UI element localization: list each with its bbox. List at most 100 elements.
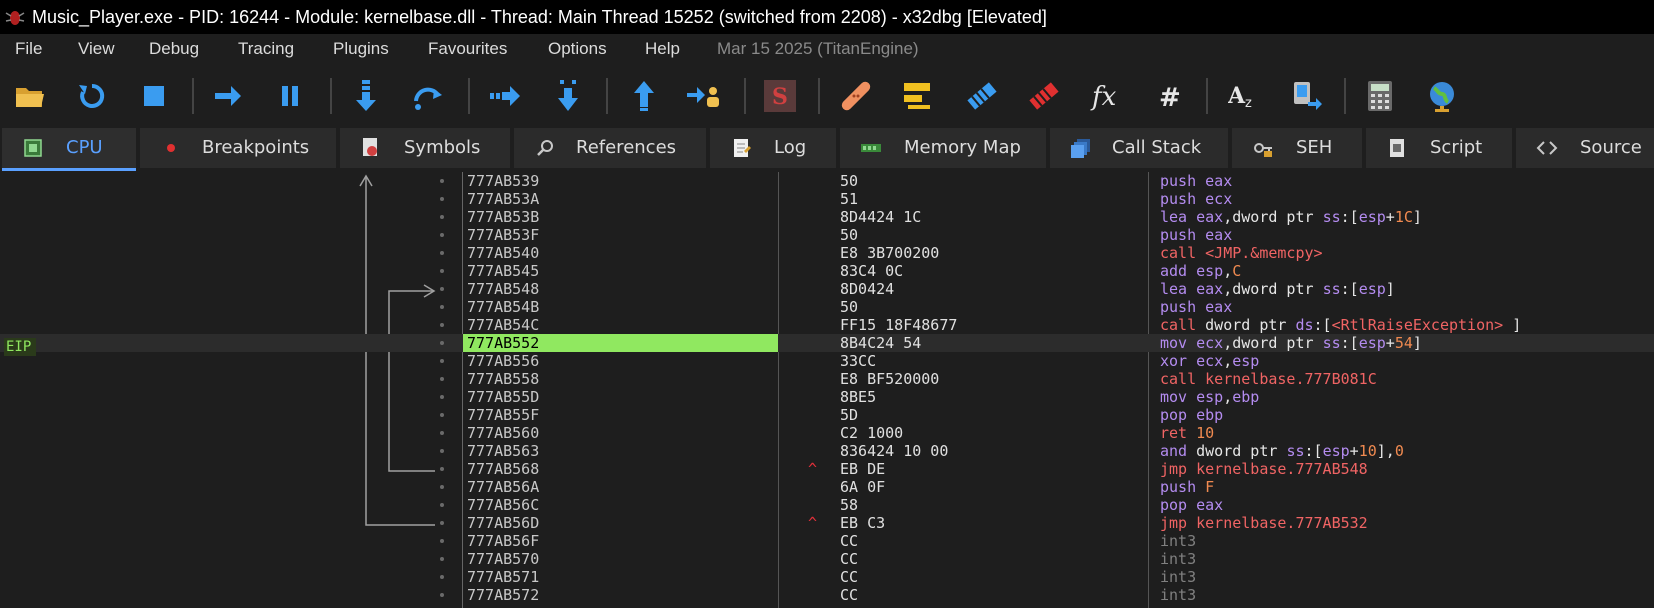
instruction-row[interactable]: 777AB560 C2 1000 ret 10 <box>0 424 1654 442</box>
breakpoint-slot[interactable] <box>440 467 444 471</box>
instruction-token: xor <box>1160 352 1197 370</box>
breakpoint-slot[interactable] <box>440 269 444 273</box>
comment-icon[interactable] <box>900 78 936 114</box>
breakpoint-slot[interactable] <box>440 395 444 399</box>
tab-source[interactable]: Source <box>1516 128 1654 168</box>
menu-file[interactable]: File <box>15 39 42 59</box>
hash-icon[interactable]: # <box>1150 78 1186 114</box>
breakpoint-slot[interactable] <box>440 323 444 327</box>
open-icon[interactable] <box>12 78 48 114</box>
run-icon[interactable] <box>210 78 246 114</box>
instruction-row[interactable]: 777AB548 8D0424 lea eax,dword ptr ss:[esp] <box>0 280 1654 298</box>
instruction-row[interactable]: 777AB558 E8 BF520000 call kernelbase.777B0… <box>0 370 1654 388</box>
breakpoint-slot[interactable] <box>440 305 444 309</box>
breakpoint-slot[interactable] <box>440 431 444 435</box>
menu-plugins[interactable]: Plugins <box>333 39 389 59</box>
instruction-row[interactable]: 777AB545 83C4 0C add esp,C <box>0 262 1654 280</box>
breakpoint-slot[interactable] <box>440 197 444 201</box>
label-icon[interactable] <box>964 78 1000 114</box>
instruction-token: int3 <box>1160 586 1197 604</box>
instruction-row[interactable]: 777AB56D ^ EB C3 jmp kernelbase.777AB532 <box>0 514 1654 532</box>
restart-icon[interactable] <box>74 78 110 114</box>
instruction-row[interactable]: 777AB54C FF15 18F48677 call dword ptr ds:[… <box>0 316 1654 334</box>
tab-breakpoints[interactable]: Breakpoints <box>140 128 336 168</box>
instruction-token: push <box>1160 298 1206 316</box>
disassembly-view[interactable]: 777AB539 50 push eax 777AB53A 51 push ecx 777A… <box>0 172 1654 608</box>
patch-icon[interactable] <box>838 78 874 114</box>
breakpoint-slot[interactable] <box>440 593 444 597</box>
breakpoint-slot[interactable] <box>440 251 444 255</box>
instruction-bytes: E8 BF520000 <box>840 370 940 388</box>
step-into-icon[interactable] <box>348 78 384 114</box>
instruction-row[interactable]: 777AB571 CC int3 <box>0 568 1654 586</box>
instruction-row-eip[interactable]: 777AB552 8B4C24 54 mov ecx,dword ptr ss:[e… <box>0 334 1654 352</box>
trace-over-icon[interactable] <box>550 78 586 114</box>
tab-cpu[interactable]: CPU <box>2 128 136 171</box>
stop-icon[interactable] <box>136 78 172 114</box>
breakpoint-slot[interactable] <box>440 179 444 183</box>
instruction-row[interactable]: 777AB568 ^ EB DE jmp kernelbase.777AB548 <box>0 460 1654 478</box>
instruction-row[interactable]: 777AB539 50 push eax <box>0 172 1654 190</box>
instruction-token: ] <box>1503 316 1522 334</box>
tab-call-stack[interactable]: Call Stack <box>1050 128 1228 168</box>
instruction-row[interactable]: 777AB540 E8 3B700200 call <JMP.&memcpy> <box>0 244 1654 262</box>
breakpoint-slot[interactable] <box>440 485 444 489</box>
breakpoint-slot[interactable] <box>440 233 444 237</box>
pause-icon[interactable] <box>272 78 308 114</box>
instruction-row[interactable]: 777AB556 33CC xor ecx,esp <box>0 352 1654 370</box>
menu-view[interactable]: View <box>78 39 115 59</box>
function-icon[interactable]: fx <box>1088 78 1124 114</box>
instruction-token: kernelbase.777B081C <box>1205 370 1377 388</box>
breakpoint-slot[interactable] <box>440 215 444 219</box>
breakpoint-slot[interactable] <box>440 377 444 381</box>
instruction-token: , <box>1223 352 1233 370</box>
device-icon[interactable] <box>1290 78 1326 114</box>
instruction-row[interactable]: 777AB55D 8BE5 mov esp,ebp <box>0 388 1654 406</box>
menu-options[interactable]: Options <box>548 39 607 59</box>
instruction-row[interactable]: 777AB56A 6A 0F push F <box>0 478 1654 496</box>
font-icon[interactable]: Az <box>1226 78 1262 114</box>
instruction-row[interactable]: 777AB53F 50 push eax <box>0 226 1654 244</box>
breakpoint-slot[interactable] <box>440 449 444 453</box>
breakpoint-slot[interactable] <box>440 287 444 291</box>
tab-log[interactable]: Log <box>710 128 836 168</box>
tab-memory-map[interactable]: Memory Map <box>840 128 1046 168</box>
instruction-row[interactable]: 777AB572 CC int3 <box>0 586 1654 604</box>
breakpoint-slot[interactable] <box>440 341 444 345</box>
bookmark-icon[interactable] <box>1026 78 1062 114</box>
instruction-row[interactable]: 777AB53B 8D4424 1C lea eax,dword ptr ss:[e… <box>0 208 1654 226</box>
globe-icon[interactable] <box>1424 78 1460 114</box>
breakpoint-slot[interactable] <box>440 539 444 543</box>
scylla-icon[interactable]: S <box>762 78 798 114</box>
instruction-row[interactable]: 777AB563 836424 10 00 and dword ptr ss:[es… <box>0 442 1654 460</box>
instruction-row[interactable]: 777AB56F CC int3 <box>0 532 1654 550</box>
run-to-user-code-icon[interactable] <box>686 78 722 114</box>
breakpoint-slot[interactable] <box>440 413 444 417</box>
breakpoint-slot[interactable] <box>440 557 444 561</box>
instruction-row[interactable]: 777AB570 CC int3 <box>0 550 1654 568</box>
references-icon <box>537 140 553 156</box>
menu-tracing[interactable]: Tracing <box>238 39 294 59</box>
menu-help[interactable]: Help <box>645 39 680 59</box>
toolbar-separator <box>468 78 470 114</box>
breakpoint-slot[interactable] <box>440 503 444 507</box>
instruction-token: ecx <box>1205 190 1233 208</box>
instruction-row[interactable]: 777AB55F 5D pop ebp <box>0 406 1654 424</box>
menu-debug[interactable]: Debug <box>149 39 199 59</box>
tab-references[interactable]: References <box>514 128 706 168</box>
step-over-icon[interactable] <box>410 78 446 114</box>
calculator-icon[interactable] <box>1362 78 1398 114</box>
tab-script[interactable]: Script <box>1366 128 1512 168</box>
instruction-row[interactable]: 777AB53A 51 push ecx <box>0 190 1654 208</box>
instruction-row[interactable]: 777AB54B 50 push eax <box>0 298 1654 316</box>
trace-into-icon[interactable] <box>488 78 524 114</box>
execute-till-return-icon[interactable] <box>626 78 662 114</box>
breakpoint-slot[interactable] <box>440 575 444 579</box>
instruction-row[interactable]: 777AB56C 58 pop eax <box>0 496 1654 514</box>
tab-symbols[interactable]: Symbols <box>340 128 510 168</box>
breakpoint-slot[interactable] <box>440 359 444 363</box>
menu-favourites[interactable]: Favourites <box>428 39 507 59</box>
window-title: Music_Player.exe - PID: 16244 - Module: … <box>32 7 1047 27</box>
tab-seh[interactable]: SEH <box>1232 128 1362 168</box>
breakpoint-slot[interactable] <box>440 521 444 525</box>
